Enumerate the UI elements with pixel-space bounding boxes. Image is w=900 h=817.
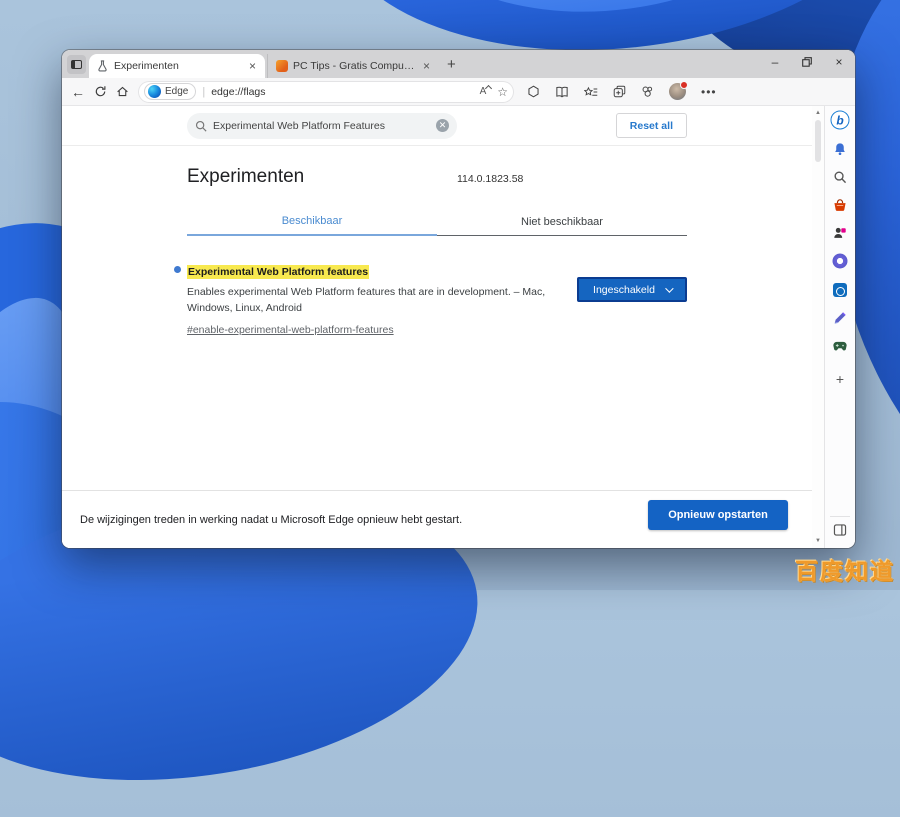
flags-page: ✕ Reset all Experimenten 114.0.1823.58 B… xyxy=(62,106,812,548)
page-scrollbar[interactable]: ▲ ▼ xyxy=(812,106,824,548)
site-badge[interactable]: Edge xyxy=(144,83,196,100)
restore-button[interactable] xyxy=(791,50,823,74)
watermark: 百度知道 xyxy=(795,552,895,586)
browser-version: 114.0.1823.58 xyxy=(457,173,523,185)
clear-search-icon[interactable]: ✕ xyxy=(436,119,449,132)
restart-button[interactable]: Opnieuw opstarten xyxy=(648,500,788,530)
collections-icon[interactable] xyxy=(555,86,569,98)
window-controls: – × xyxy=(759,50,855,74)
vertical-tabs-icon xyxy=(71,60,82,69)
flags-search-box[interactable]: ✕ xyxy=(187,113,457,139)
restart-bar: De wijzigingen treden in werking nadat u… xyxy=(62,490,812,548)
favorites-icon[interactable] xyxy=(584,86,598,98)
extensions-icon[interactable] xyxy=(527,85,540,98)
restart-notice: De wijzigingen treden in werking nadat u… xyxy=(80,514,462,526)
drop-icon[interactable] xyxy=(833,142,847,156)
tab-pc-tips[interactable]: PC Tips - Gratis Computer Tips... × xyxy=(267,54,439,78)
tab-available[interactable]: Beschikbaar xyxy=(187,208,437,236)
address-bar[interactable]: Edge | edge://flags A ☆ xyxy=(138,81,514,103)
close-button[interactable]: × xyxy=(823,50,855,74)
outlook-icon[interactable] xyxy=(833,283,847,297)
browser-toolbar: ← Edge | edge://flags A ☆ xyxy=(62,78,855,106)
shopping-icon[interactable] xyxy=(833,199,848,212)
tab-close-icon[interactable]: × xyxy=(421,59,432,73)
search-input[interactable] xyxy=(213,120,430,132)
tab-actions-menu-button[interactable] xyxy=(67,55,86,74)
url-text[interactable]: edge://flags xyxy=(211,86,473,98)
designer-icon[interactable] xyxy=(833,254,848,269)
tab-strip: Experimenten × PC Tips - Gratis Computer… xyxy=(62,50,855,78)
flag-description: Enables experimental Web Platform featur… xyxy=(187,285,562,317)
tab-unavailable[interactable]: Niet beschikbaar xyxy=(437,208,687,236)
chevron-down-icon xyxy=(665,284,673,292)
sidebar-search-icon[interactable] xyxy=(834,171,847,184)
divider: | xyxy=(202,86,205,98)
add-tab-to-collection-icon[interactable] xyxy=(613,85,626,98)
availability-tabs: Beschikbaar Niet beschikbaar xyxy=(187,208,687,236)
more-menu-icon[interactable]: ••• xyxy=(701,85,717,99)
tab-close-icon[interactable]: × xyxy=(247,59,258,73)
flag-permalink[interactable]: #enable-experimental-web-platform-featur… xyxy=(187,324,394,336)
scroll-down-icon[interactable]: ▼ xyxy=(812,538,824,544)
people-icon[interactable] xyxy=(833,226,847,240)
browser-essentials-icon[interactable] xyxy=(641,85,654,98)
pc-tips-favicon xyxy=(275,60,288,73)
sidebar-divider xyxy=(830,516,850,517)
edge-logo-icon xyxy=(148,85,161,98)
reset-all-button[interactable]: Reset all xyxy=(616,113,687,138)
flask-icon xyxy=(96,60,109,73)
tab-title: Experimenten xyxy=(114,60,242,72)
flags-search-row: ✕ Reset all xyxy=(62,106,812,146)
new-tab-button[interactable]: + xyxy=(447,56,456,73)
games-icon[interactable] xyxy=(833,341,848,352)
search-icon xyxy=(195,120,207,132)
sidebar-pane-toggle-icon[interactable] xyxy=(834,524,847,536)
profile-avatar[interactable] xyxy=(669,83,686,100)
flag-state-value: Ingeschakeld xyxy=(593,284,655,296)
scrollbar-thumb[interactable] xyxy=(815,120,821,162)
page-title: Experimenten xyxy=(187,166,687,188)
add-favorite-star-icon[interactable]: ☆ xyxy=(497,85,508,99)
site-badge-label: Edge xyxy=(165,86,188,97)
scroll-up-icon[interactable]: ▲ xyxy=(812,110,824,116)
refresh-icon[interactable] xyxy=(94,85,107,98)
edge-sidebar: b + ⚙ xyxy=(824,106,855,548)
customize-sidebar-button[interactable]: + xyxy=(836,371,844,387)
toolbar-icon-cluster: ••• xyxy=(527,83,717,100)
edge-browser-window: Experimenten × PC Tips - Gratis Computer… xyxy=(62,50,855,548)
flag-state-dropdown[interactable]: Ingeschakeld xyxy=(577,277,687,302)
flag-name-highlighted: Experimental Web Platform features xyxy=(187,265,369,279)
home-icon[interactable] xyxy=(116,85,129,98)
read-aloud-icon[interactable]: A xyxy=(480,86,492,97)
flag-entry: Experimental Web Platform features Enabl… xyxy=(187,262,687,338)
tab-title: PC Tips - Gratis Computer Tips... xyxy=(293,60,416,72)
onenote-pen-icon[interactable] xyxy=(833,311,847,325)
flag-bullet-icon xyxy=(174,266,181,273)
tab-experimenten[interactable]: Experimenten × xyxy=(89,54,265,78)
minimize-button[interactable]: – xyxy=(759,50,791,74)
back-icon[interactable]: ← xyxy=(71,85,85,99)
bing-chat-icon[interactable]: b xyxy=(831,111,850,130)
